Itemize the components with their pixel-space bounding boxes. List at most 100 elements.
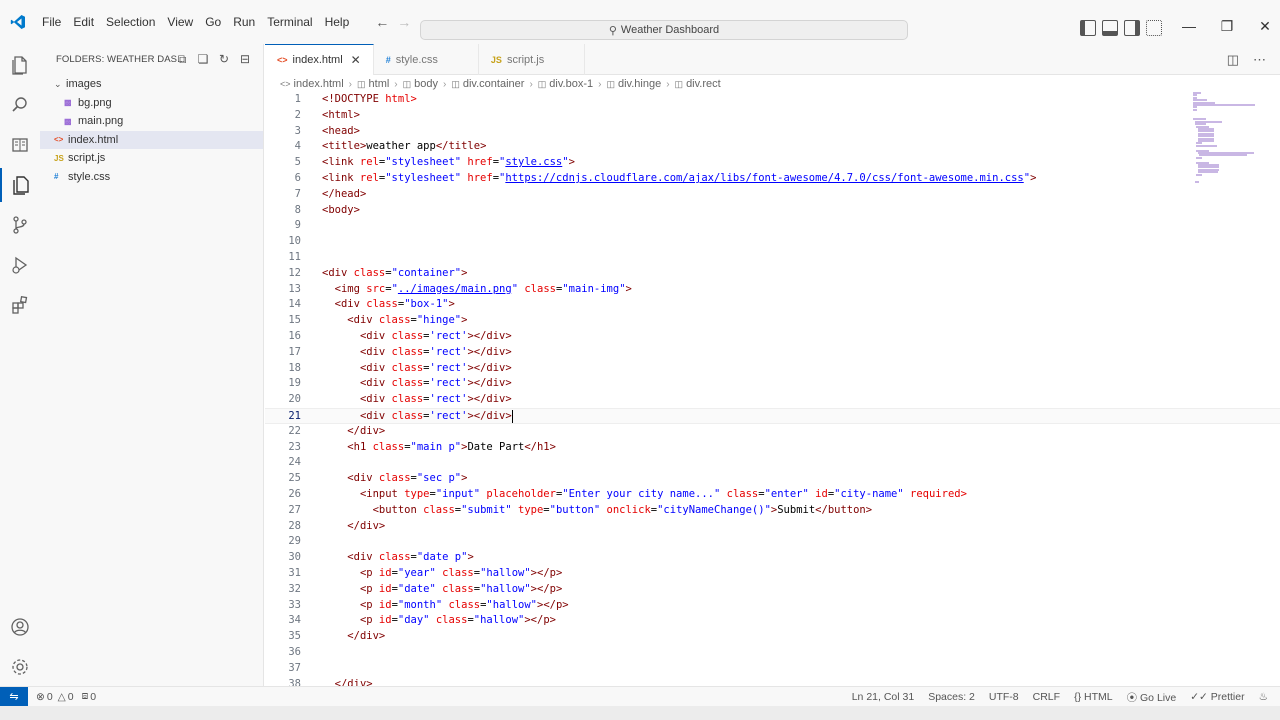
end-of-line[interactable]: CRLF [1033, 691, 1060, 703]
remote-indicator-icon[interactable]: ⇋ [0, 686, 28, 707]
code-line[interactable]: 15 <div class="hinge"> [265, 313, 1280, 329]
code-line[interactable]: 23 <h1 class="main p">Date Part</h1> [265, 440, 1280, 456]
tree-file-index-html[interactable]: <> index.html [40, 130, 263, 149]
tree-file-style-css[interactable]: # style.css [40, 168, 263, 187]
menu-go[interactable]: Go [199, 12, 227, 32]
back-arrow-icon[interactable]: ← [371, 14, 393, 30]
run-debug-icon[interactable] [0, 248, 40, 282]
menu-terminal[interactable]: Terminal [261, 12, 318, 32]
explorer-icon[interactable] [0, 48, 40, 82]
menu-edit[interactable]: Edit [67, 12, 100, 32]
code-line[interactable]: 7 </head> [265, 187, 1280, 203]
menu-help[interactable]: Help [319, 12, 356, 32]
code-line[interactable]: 5 <link rel="stylesheet" href="style.css"… [265, 155, 1280, 171]
code-line[interactable]: 16 <div class='rect'></div> [265, 329, 1280, 345]
ports-indicator[interactable]: ⧈ 0 [82, 690, 97, 703]
code-line[interactable]: 4 <title>weather app</title> [265, 139, 1280, 155]
code-line[interactable]: 20 <div class='rect'></div> [265, 392, 1280, 408]
tree-file-main-png[interactable]: ▩ main.png [40, 112, 263, 131]
code-line[interactable]: 34 <p id="day" class="hallow"></p> [265, 613, 1280, 629]
breadcrumb-item[interactable]: ◫ div.container [451, 78, 524, 90]
source-control-icon[interactable] [0, 208, 40, 242]
code-line[interactable]: 14 <div class="box-1"> [265, 297, 1280, 313]
forward-arrow-icon[interactable]: → [393, 14, 415, 30]
search-icon[interactable] [0, 88, 40, 122]
account-icon[interactable] [0, 610, 40, 644]
menu-view[interactable]: View [161, 12, 199, 32]
tab-script-js[interactable]: JS script.js [479, 44, 586, 75]
breadcrumb-item[interactable]: ◫ div.box-1 [538, 78, 593, 90]
toggle-panel-icon[interactable] [1102, 20, 1118, 36]
code-line[interactable]: 33 <p id="month" class="hallow"></p> [265, 598, 1280, 614]
command-center[interactable]: ⚲ Weather Dashboard [420, 20, 908, 40]
breadcrumb-item[interactable]: <> index.html [280, 78, 344, 90]
menu-file[interactable]: File [36, 12, 67, 32]
toggle-secondary-sidebar-icon[interactable] [1124, 20, 1140, 36]
encoding[interactable]: UTF-8 [989, 691, 1019, 703]
code-line[interactable]: 36 [265, 645, 1280, 661]
go-live-button[interactable]: ⦿ Go Live [1127, 690, 1177, 705]
code-line[interactable]: 29 [265, 534, 1280, 550]
breadcrumb-item[interactable]: ◫ body [403, 78, 438, 90]
extensions-icon[interactable] [0, 288, 40, 322]
language-mode[interactable]: {} HTML [1074, 691, 1113, 703]
code-line[interactable]: 24 [265, 455, 1280, 471]
indentation[interactable]: Spaces: 2 [928, 691, 975, 703]
code-line[interactable]: 25 <div class="sec p"> [265, 471, 1280, 487]
code-line[interactable]: 22 </div> [265, 424, 1280, 440]
code-editor[interactable]: 1 <!DOCTYPE html> 2 <html> 3 <head> 4 <title>we… [265, 92, 1280, 686]
code-line[interactable]: 32 <p id="date" class="hallow"></p> [265, 582, 1280, 598]
code-line[interactable]: 13 <img src="../images/main.png" class="… [265, 282, 1280, 298]
breadcrumb-item[interactable]: ◫ html [357, 78, 389, 90]
tree-file-bg-png[interactable]: ▩ bg.png [40, 94, 263, 113]
code-line[interactable]: 12 <div class="container"> [265, 266, 1280, 282]
cursor-position[interactable]: Ln 21, Col 31 [852, 691, 914, 703]
code-line[interactable]: 37 [265, 661, 1280, 677]
tab-style-css[interactable]: # style.css [374, 44, 479, 75]
settings-gear-icon[interactable] [0, 650, 40, 684]
code-line[interactable]: 11 [265, 250, 1280, 266]
toggle-primary-sidebar-icon[interactable] [1080, 20, 1096, 36]
breadcrumb-item[interactable]: ◫ div.rect [675, 78, 721, 90]
tree-folder-images[interactable]: ⌄ images [40, 75, 263, 94]
split-editor-icon[interactable]: ◫ [1227, 52, 1239, 68]
code-line[interactable]: 19 <div class='rect'></div> [265, 376, 1280, 392]
code-line[interactable]: 28 </div> [265, 519, 1280, 535]
tab-index-html[interactable]: <> index.html ✕ [265, 44, 374, 75]
code-line[interactable]: 31 <p id="year" class="hallow"></p> [265, 566, 1280, 582]
new-folder-icon[interactable]: ❏ [195, 52, 211, 67]
code-line[interactable]: 18 <div class='rect'></div> [265, 361, 1280, 377]
code-line[interactable]: 10 [265, 234, 1280, 250]
code-line[interactable]: 8 <body> [265, 203, 1280, 219]
new-file-icon[interactable]: ⧉ [174, 52, 190, 67]
breadcrumb-item[interactable]: ◫ div.hinge [606, 78, 661, 90]
prettier-button[interactable]: ✓✓ Prettier [1190, 691, 1244, 703]
menu-selection[interactable]: Selection [100, 12, 161, 32]
code-line[interactable]: 21 <div class='rect'></div> [265, 408, 1280, 424]
restore-icon[interactable]: ❐ [1208, 18, 1246, 35]
tree-file-script-js[interactable]: JS script.js [40, 149, 263, 168]
code-line[interactable]: 30 <div class="date p"> [265, 550, 1280, 566]
menu-run[interactable]: Run [227, 12, 261, 32]
code-line[interactable]: 6 <link rel="stylesheet" href="https://cd… [265, 171, 1280, 187]
code-line[interactable]: 9 [265, 218, 1280, 234]
open-files-icon[interactable] [0, 168, 40, 202]
close-window-icon[interactable]: ✕ [1246, 18, 1280, 35]
code-line[interactable]: 3 <head> [265, 124, 1280, 140]
problems-indicator[interactable]: ⊗ 0 △ 0 [36, 691, 74, 703]
code-line[interactable]: 27 <button class="submit" type="button" … [265, 503, 1280, 519]
collapse-all-icon[interactable]: ⊟ [237, 52, 253, 67]
customize-layout-icon[interactable] [1146, 20, 1162, 36]
minimize-icon[interactable]: — [1170, 18, 1208, 35]
notifications-bell-icon[interactable]: ♨ [1259, 691, 1268, 703]
code-line[interactable]: 35 </div> [265, 629, 1280, 645]
code-line[interactable]: 2 <html> [265, 108, 1280, 124]
refresh-icon[interactable]: ↻ [216, 52, 232, 67]
code-line[interactable]: 1 <!DOCTYPE html> [265, 92, 1280, 108]
code-line[interactable]: 38 </div> [265, 677, 1280, 686]
more-actions-icon[interactable]: ⋯ [1253, 52, 1266, 68]
code-line[interactable]: 17 <div class='rect'></div> [265, 345, 1280, 361]
notebook-icon[interactable] [0, 128, 40, 162]
code-line[interactable]: 26 <input type="input" placeholder="Ente… [265, 487, 1280, 503]
close-icon[interactable]: ✕ [351, 53, 361, 67]
